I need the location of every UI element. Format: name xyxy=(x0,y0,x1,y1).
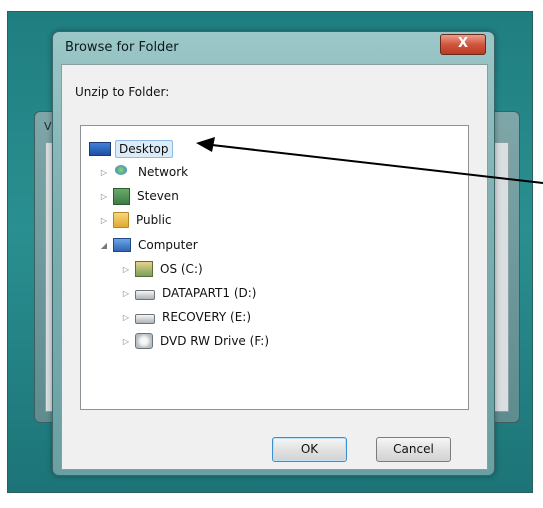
annotation-arrow xyxy=(196,137,543,184)
annotation-arrow-line xyxy=(211,144,543,184)
annotation-arrow-head xyxy=(196,137,215,152)
